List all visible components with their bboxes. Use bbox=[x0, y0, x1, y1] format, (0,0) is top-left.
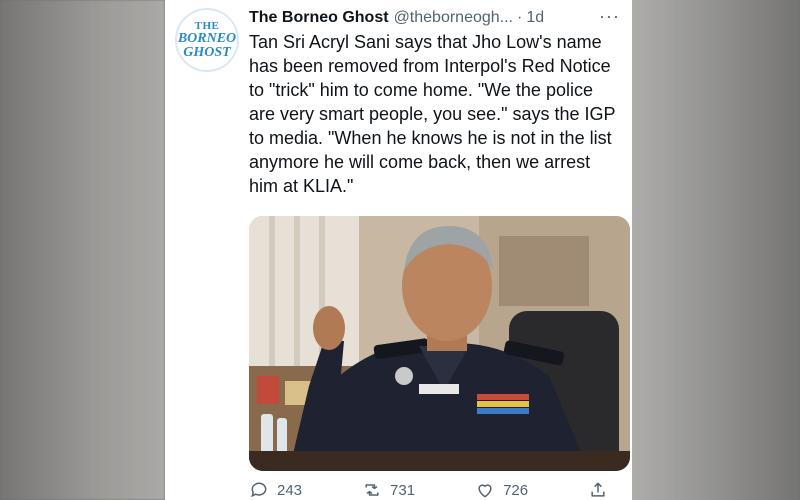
separator-dot: · bbox=[517, 9, 523, 26]
background-left bbox=[0, 0, 165, 500]
background-right bbox=[632, 0, 800, 500]
avatar-logo-line: THE bbox=[194, 19, 220, 32]
like-count: 726 bbox=[503, 481, 529, 499]
tweet-card[interactable]: THE BORNEO GHOST The Borneo Ghost @thebo… bbox=[165, 0, 632, 500]
share-button[interactable] bbox=[588, 480, 616, 500]
account-handle[interactable]: @theborneogh... bbox=[394, 9, 513, 27]
photo-illustration bbox=[249, 216, 630, 471]
share-icon bbox=[591, 482, 605, 497]
reply-count: 243 bbox=[277, 481, 303, 499]
like-icon bbox=[478, 484, 492, 498]
reply-button[interactable]: 243 bbox=[249, 480, 302, 500]
tweet-header: The Borneo Ghost @theborneogh... · 1d ··… bbox=[249, 6, 620, 30]
reply-icon bbox=[251, 482, 267, 498]
retweet-button[interactable]: 731 bbox=[362, 480, 415, 500]
tweet-actions: 243 731 726 bbox=[249, 480, 621, 500]
tweet-text: Tan Sri Acryl Sani says that Jho Low's n… bbox=[249, 32, 616, 196]
retweet-count: 731 bbox=[390, 481, 416, 499]
tweet-photo[interactable] bbox=[249, 216, 630, 471]
retweet-icon bbox=[365, 484, 379, 496]
timestamp[interactable]: 1d bbox=[526, 9, 544, 27]
avatar-logo-line: BORNEO bbox=[177, 30, 237, 46]
account-name[interactable]: The Borneo Ghost bbox=[249, 9, 389, 27]
avatar[interactable]: THE BORNEO GHOST bbox=[175, 8, 239, 72]
like-button[interactable]: 726 bbox=[475, 480, 528, 500]
more-options-icon[interactable]: ··· bbox=[599, 6, 620, 27]
avatar-logo-line: GHOST bbox=[183, 44, 231, 60]
